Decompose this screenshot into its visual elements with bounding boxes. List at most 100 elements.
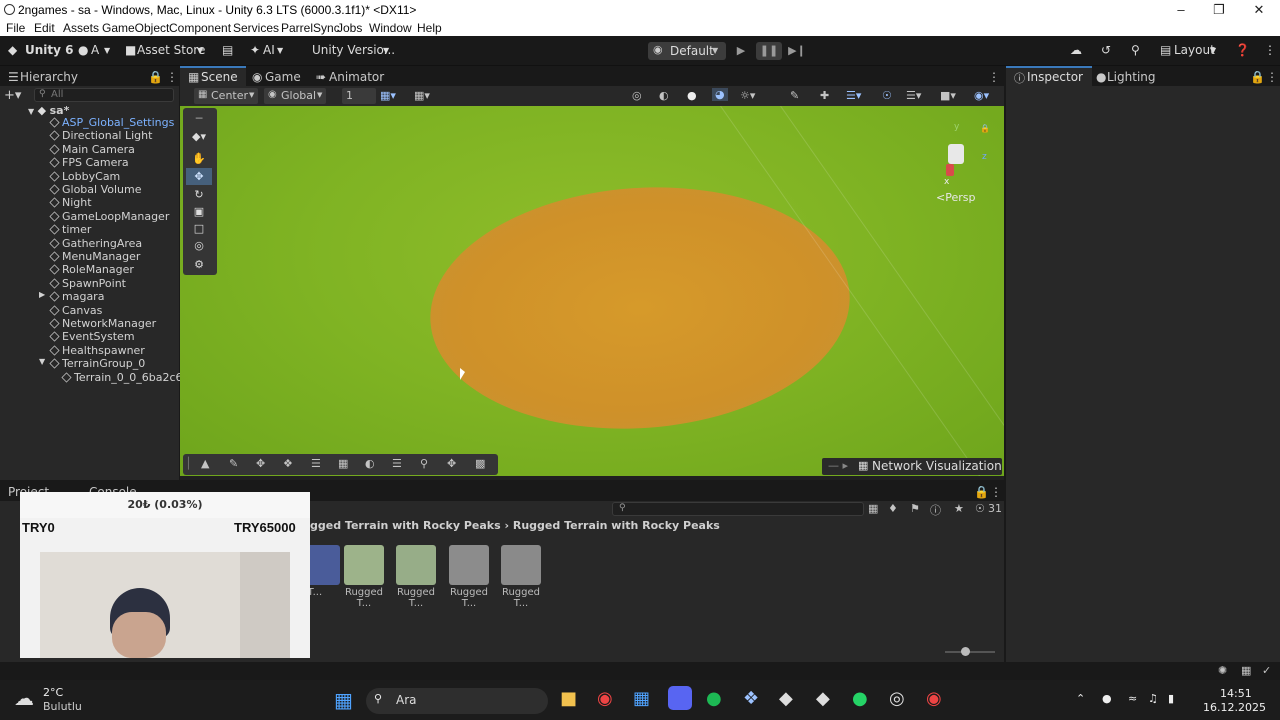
- lit-icon[interactable]: ◕: [712, 88, 728, 101]
- pause-button[interactable]: ❚❚: [756, 42, 782, 60]
- flatten-icon[interactable]: ❖: [283, 457, 293, 470]
- lock-icon[interactable]: 🔒: [148, 70, 163, 84]
- asset-store-button[interactable]: Asset Store: [137, 43, 205, 57]
- search-icon[interactable]: ⚲: [420, 457, 428, 470]
- drag-handle[interactable]: │: [185, 457, 192, 470]
- hierarchy-item[interactable]: Canvas: [49, 304, 102, 317]
- package-icon[interactable]: ▤: [222, 43, 233, 57]
- search-icon[interactable]: ⚲: [1131, 43, 1140, 57]
- settings-icon[interactable]: ▩: [475, 457, 485, 470]
- account-icon[interactable]: ●: [78, 43, 88, 57]
- more-icon[interactable]: ⋮: [990, 485, 1002, 499]
- hierarchy-item[interactable]: Healthspawner: [49, 344, 145, 357]
- wireframe-icon[interactable]: ◐: [659, 89, 669, 102]
- fx-icon[interactable]: ✚: [820, 89, 829, 102]
- build-profile-dropdown[interactable]: ◉ Default ▼: [648, 42, 726, 60]
- hierarchy-item[interactable]: ASP_Global_Settings: [49, 116, 174, 129]
- hierarchy-search[interactable]: ⚲ All: [34, 88, 174, 102]
- tray-chevron-icon[interactable]: ⌃: [1076, 692, 1085, 705]
- file-explorer-icon[interactable]: ■: [560, 688, 577, 709]
- hierarchy-item[interactable]: Global Volume: [49, 183, 142, 196]
- move-tool-icon[interactable]: ✥: [186, 168, 212, 185]
- tab-hierarchy[interactable]: Hierarchy: [20, 70, 78, 84]
- draw-mode-icon[interactable]: ◎: [632, 89, 642, 102]
- help-icon[interactable]: ❓: [1235, 43, 1250, 57]
- hierarchy-item[interactable]: ▶ magara: [39, 290, 104, 303]
- menu-help[interactable]: Help: [417, 21, 442, 35]
- asset-thumbnail[interactable]: [344, 545, 384, 585]
- audio-icon[interactable]: ✎: [790, 89, 799, 102]
- hierarchy-item[interactable]: FPS Camera: [49, 156, 129, 169]
- hierarchy-item[interactable]: timer: [49, 223, 91, 236]
- terrain-sculpt-icon[interactable]: ✎: [229, 457, 238, 470]
- close-icon[interactable]: ✕: [1244, 1, 1274, 19]
- details-icon[interactable]: ☰: [311, 457, 321, 470]
- project-search[interactable]: ⚲: [612, 502, 864, 516]
- hierarchy-item[interactable]: NetworkManager: [49, 317, 156, 330]
- store-icon[interactable]: ▦: [633, 688, 650, 709]
- add-icon[interactable]: +▾: [4, 88, 21, 103]
- volume-icon[interactable]: ♫: [1148, 692, 1158, 705]
- projection-label[interactable]: <Persp: [936, 191, 975, 204]
- type-filter-icon[interactable]: ♦: [888, 502, 898, 515]
- terrain-paint-icon[interactable]: ▲: [201, 457, 209, 470]
- obs-icon[interactable]: ◎: [889, 688, 905, 709]
- menu-window[interactable]: Window: [369, 21, 412, 35]
- menu-services[interactable]: Services: [233, 21, 279, 35]
- grid-snap-field[interactable]: 1: [342, 88, 376, 104]
- lock-icon[interactable]: 🔒: [980, 124, 990, 133]
- pivot-dropdown[interactable]: ▦ Center ▼: [194, 88, 258, 104]
- progress-icon[interactable]: ✓: [1262, 664, 1271, 677]
- label-icon[interactable]: ⚑: [910, 502, 920, 515]
- space-dropdown[interactable]: ◉ Global ▼: [264, 88, 326, 104]
- transform-tool-icon[interactable]: ◎: [186, 237, 212, 254]
- more-icon[interactable]: ⋮: [1266, 70, 1278, 84]
- hierarchy-item[interactable]: Night: [49, 196, 92, 209]
- unity-hub-icon[interactable]: ◆: [779, 688, 793, 709]
- weather-icon[interactable]: ☁: [14, 686, 34, 710]
- minimize-icon[interactable]: –: [1166, 1, 1196, 19]
- grid-snap-icon[interactable]: ▦▾: [380, 89, 396, 102]
- lock-icon[interactable]: 🔒: [974, 485, 989, 499]
- warning-icon[interactable]: ⓘ: [930, 502, 941, 518]
- hierarchy-item[interactable]: EventSystem: [49, 330, 135, 343]
- zoom-slider-handle[interactable]: [961, 647, 970, 656]
- hierarchy-item[interactable]: Main Camera: [49, 143, 135, 156]
- orientation-gizmo[interactable]: y z x 🔒: [932, 122, 992, 202]
- vs-code-icon[interactable]: ❖: [743, 688, 759, 709]
- maximize-icon[interactable]: ❐: [1204, 1, 1234, 19]
- asset-thumbnail[interactable]: [396, 545, 436, 585]
- unity-version-label[interactable]: Unity 6: [25, 43, 74, 57]
- hierarchy-item[interactable]: ▼ TerrainGroup_0: [39, 357, 145, 370]
- menu-component[interactable]: Component: [169, 21, 231, 35]
- scene-viewport[interactable]: y z x 🔒 <Persp — ▸ ▦ Network Visualizati…: [180, 106, 1004, 476]
- grid-icon[interactable]: ▦▾: [414, 89, 430, 102]
- spotify-icon[interactable]: ●: [706, 688, 722, 709]
- play-button[interactable]: ▶: [728, 42, 754, 60]
- hierarchy-item[interactable]: Terrain_0_0_6ba2c648: [61, 371, 197, 384]
- more-icon[interactable]: ⋮: [166, 70, 178, 84]
- layers-icon[interactable]: ☰▾: [906, 89, 921, 102]
- debug-icon[interactable]: ✺: [1218, 664, 1227, 677]
- hierarchy-item[interactable]: GameLoopManager: [49, 210, 169, 223]
- more-icon[interactable]: ⋮: [1264, 43, 1276, 57]
- lighting-icon[interactable]: ☼▾: [740, 89, 755, 102]
- more-icon[interactable]: ⋮: [988, 70, 1000, 84]
- ai-button[interactable]: AI: [263, 43, 275, 57]
- filter-icon[interactable]: ▦: [868, 502, 878, 515]
- layers-icon[interactable]: ☰: [392, 457, 402, 470]
- account-button[interactable]: A: [91, 43, 99, 57]
- expand-arrow-icon[interactable]: ▼: [39, 357, 45, 366]
- layout-button[interactable]: Layout: [1174, 43, 1215, 57]
- gizmos-icon[interactable]: ☰▾: [846, 89, 861, 102]
- unity-logo-icon[interactable]: ◆: [8, 43, 17, 57]
- scale-tool-icon[interactable]: ▣: [186, 203, 212, 220]
- tab-animator[interactable]: Animator: [329, 70, 384, 84]
- hierarchy-item[interactable]: RoleManager: [49, 263, 134, 276]
- tab-game[interactable]: Game: [265, 70, 301, 84]
- history-icon[interactable]: ↺: [1101, 43, 1111, 57]
- move-icon[interactable]: ✥: [447, 457, 456, 470]
- favorite-icon[interactable]: ★: [954, 502, 964, 515]
- custom-tool-icon[interactable]: ⚙: [186, 256, 212, 273]
- menu-jobs[interactable]: Jobs: [337, 21, 362, 35]
